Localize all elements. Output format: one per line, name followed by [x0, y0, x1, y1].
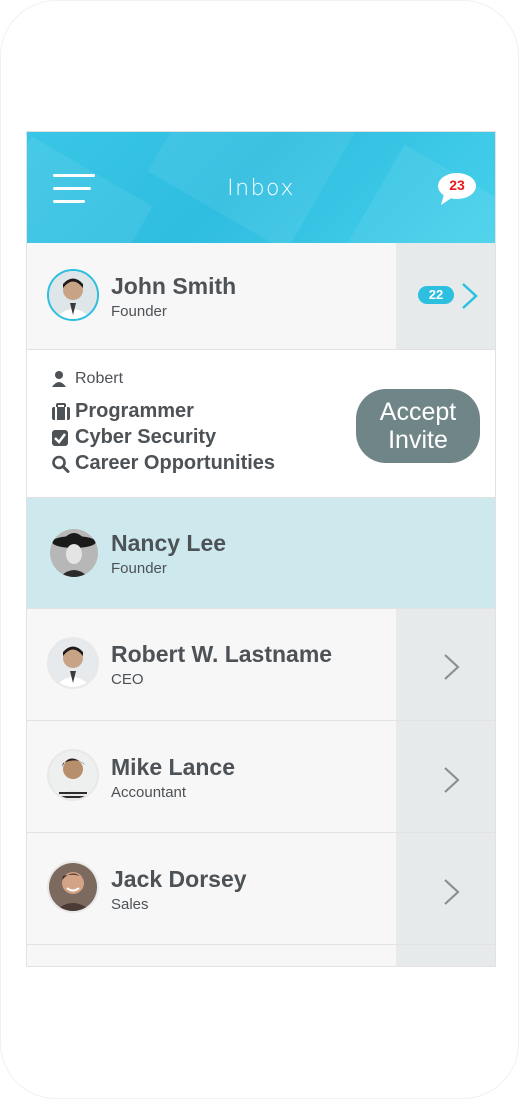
user-icon — [51, 370, 71, 388]
contact-row-action[interactable] — [396, 833, 495, 944]
contact-row-action[interactable] — [396, 945, 495, 966]
chevron-right-icon — [444, 654, 460, 680]
invite-skill-label: Career Opportunities — [75, 452, 276, 474]
avatar — [48, 527, 100, 579]
briefcase-icon — [51, 402, 71, 421]
search-icon — [51, 455, 71, 473]
contact-row-main[interactable]: Mike Lance Accountant — [27, 721, 397, 832]
invite-sender: Robert — [51, 370, 123, 388]
messages-count-badge: 23 — [449, 177, 465, 193]
contact-role: Founder — [111, 560, 167, 577]
contact-row-action[interactable] — [396, 609, 495, 720]
chevron-right-icon — [444, 767, 460, 793]
avatar — [47, 749, 99, 801]
unread-count-badge: 22 — [418, 286, 454, 304]
contact-row-partial — [27, 945, 495, 966]
chevron-right-icon — [444, 879, 460, 905]
contact-role: Accountant — [111, 784, 187, 801]
invite-skill-label: Programmer — [75, 400, 194, 422]
page-title: Inbox — [227, 176, 295, 201]
invite-skill: Career Opportunities — [51, 452, 275, 475]
contact-row-main[interactable]: Jack Dorsey Sales — [27, 833, 397, 944]
accept-button-label: Accept — [379, 398, 457, 426]
contact-name: John Smith — [111, 273, 237, 299]
contact-row-main[interactable] — [27, 945, 397, 966]
contact-name: Nancy Lee — [111, 530, 227, 556]
contact-role: Sales — [111, 896, 149, 913]
contact-row: Jack Dorsey Sales — [27, 833, 495, 945]
contact-row-main[interactable]: John Smith Founder — [27, 243, 397, 349]
accept-button-label: Invite — [388, 426, 448, 454]
avatar — [47, 637, 99, 689]
phone-frame: Inbox 23 John Smith Founder 22 Robert Pr… — [0, 0, 519, 1099]
invite-skill: Cyber Security — [51, 426, 216, 449]
contact-name: Jack Dorsey — [111, 866, 247, 892]
contact-name: Robert W. Lastname — [111, 641, 333, 667]
avatar — [47, 861, 99, 913]
invite-sender-name: Robert — [75, 370, 124, 387]
contact-role: Founder — [111, 303, 167, 320]
contact-row: John Smith Founder 22 — [27, 243, 495, 350]
accept-invite-button[interactable]: Accept Invite — [356, 389, 480, 463]
invite-skill: Programmer — [51, 400, 194, 423]
contact-row-action[interactable] — [396, 721, 495, 832]
invite-skill-label: Cyber Security — [75, 426, 217, 448]
contact-row-main[interactable]: Robert W. Lastname CEO — [27, 609, 397, 720]
app-screen: Inbox 23 John Smith Founder 22 Robert Pr… — [26, 131, 496, 967]
contact-row: Mike Lance Accountant — [27, 721, 495, 833]
chevron-right-icon — [462, 283, 478, 309]
contact-row-action[interactable]: 22 — [396, 243, 495, 349]
contact-name: Mike Lance — [111, 754, 235, 780]
messages-button[interactable]: 23 — [437, 171, 479, 209]
avatar — [47, 269, 99, 321]
contact-row-selected[interactable]: Nancy Lee Founder — [27, 498, 495, 609]
contact-role: CEO — [111, 671, 144, 688]
checkbox-icon — [51, 429, 71, 447]
app-header: Inbox 23 — [27, 132, 495, 243]
contact-row: Robert W. Lastname CEO — [27, 609, 495, 721]
